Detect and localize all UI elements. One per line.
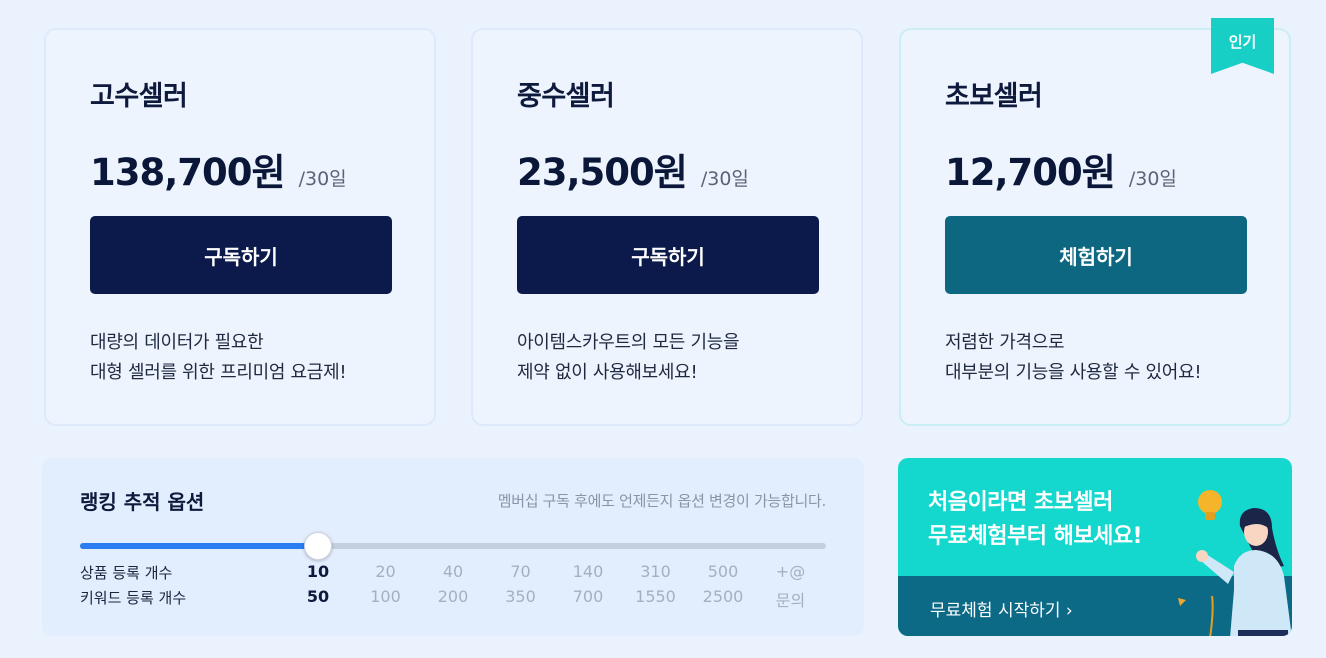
- plan-card-beginner: 인기 초보셀러 12,700원 /30일 체험하기 저렴한 가격으로 대부분의 …: [899, 18, 1291, 426]
- ranking-options-panel: 랭킹 추적 옵션 멤버십 구독 후에도 언제든지 옵션 변경이 가능합니다. 상…: [42, 458, 864, 636]
- ranking-note: 멤버십 구독 후에도 언제든지 옵션 변경이 가능합니다.: [497, 492, 827, 510]
- promo-line: 처음이라면 초보셀러: [928, 490, 1113, 515]
- slider-tick-label[interactable]: 200: [423, 587, 483, 606]
- plan-card-pro: 고수셀러 138,700원 /30일 구독하기 대량의 데이터가 필요한 대형 …: [44, 28, 436, 426]
- slider-tick-label[interactable]: 10: [288, 562, 348, 581]
- slider-tick-label[interactable]: 350: [491, 587, 551, 606]
- slider-tick-label[interactable]: 문의: [761, 587, 821, 611]
- plan-price: 138,700원: [90, 151, 286, 194]
- price-row: 23,500원 /30일: [517, 142, 749, 196]
- ranking-slider[interactable]: [80, 532, 826, 560]
- plan-price: 23,500원: [517, 151, 688, 194]
- popular-badge: 인기: [1211, 18, 1274, 74]
- plan-desc-line: 대형 셀러를 위한 프리미엄 요금제!: [90, 362, 347, 383]
- price-row: 12,700원 /30일: [945, 142, 1177, 196]
- slider-tick-label[interactable]: 500: [693, 562, 753, 581]
- product-count-label: 상품 등록 개수: [80, 564, 173, 582]
- slider-tick-label[interactable]: 310: [626, 562, 686, 581]
- promo-line: 무료체험부터 해보세요!: [928, 524, 1143, 549]
- slider-tick-label[interactable]: 1550: [626, 587, 686, 606]
- subscribe-button[interactable]: 구독하기: [517, 216, 819, 294]
- slider-tick-label[interactable]: 70: [491, 562, 551, 581]
- slider-tick-label[interactable]: 50: [288, 587, 348, 606]
- trial-button[interactable]: 체험하기: [945, 216, 1247, 294]
- keyword-count-label: 키워드 등록 개수: [80, 589, 187, 607]
- lightbulb-icon: [1198, 490, 1222, 514]
- subscribe-button[interactable]: 구독하기: [90, 216, 392, 294]
- plan-period: /30일: [1128, 168, 1177, 190]
- slider-tick-label[interactable]: +@: [761, 562, 821, 581]
- plan-desc-line: 저렴한 가격으로: [945, 332, 1065, 353]
- plan-title: 초보셀러: [945, 81, 1043, 112]
- plan-period: /30일: [700, 168, 749, 190]
- promo-headline: 처음이라면 초보셀러 무료체험부터 해보세요!: [928, 486, 1143, 554]
- plan-desc-line: 대량의 데이터가 필요한: [90, 332, 264, 353]
- price-row: 138,700원 /30일: [90, 142, 347, 196]
- plan-desc-line: 대부분의 기능을 사용할 수 있어요!: [945, 362, 1202, 383]
- plan-desc-line: 아이템스카우트의 모든 기능을: [517, 332, 740, 353]
- plan-title: 중수셀러: [517, 81, 615, 112]
- ranking-title: 랭킹 추적 옵션: [80, 490, 205, 514]
- slider-fill: [80, 543, 318, 549]
- plan-description: 대량의 데이터가 필요한 대형 셀러를 위한 프리미엄 요금제!: [90, 328, 347, 388]
- plan-desc-line: 제약 없이 사용해보세요!: [517, 362, 698, 383]
- plan-title: 고수셀러: [90, 81, 188, 112]
- slider-tick-label[interactable]: 140: [558, 562, 618, 581]
- slider-tick-label[interactable]: 40: [423, 562, 483, 581]
- plan-card-intermediate: 중수셀러 23,500원 /30일 구독하기 아이템스카우트의 모든 기능을 제…: [471, 28, 863, 426]
- plan-description: 저렴한 가격으로 대부분의 기능을 사용할 수 있어요!: [945, 328, 1202, 388]
- slider-thumb[interactable]: [304, 532, 332, 560]
- free-trial-promo: 처음이라면 초보셀러 무료체험부터 해보세요! 무료체험 시작하기 ›: [898, 458, 1292, 636]
- slider-tick-label[interactable]: 2500: [693, 587, 753, 606]
- woman-with-lightbulb-illustration: [1178, 490, 1292, 636]
- start-free-trial-link[interactable]: 무료체험 시작하기 ›: [930, 596, 1073, 621]
- slider-tick-label[interactable]: 700: [558, 587, 618, 606]
- plan-price: 12,700원: [945, 151, 1116, 194]
- slider-tick-label[interactable]: 100: [356, 587, 416, 606]
- slider-tick-label[interactable]: 20: [356, 562, 416, 581]
- plan-description: 아이템스카우트의 모든 기능을 제약 없이 사용해보세요!: [517, 328, 740, 388]
- plan-period: /30일: [298, 168, 347, 190]
